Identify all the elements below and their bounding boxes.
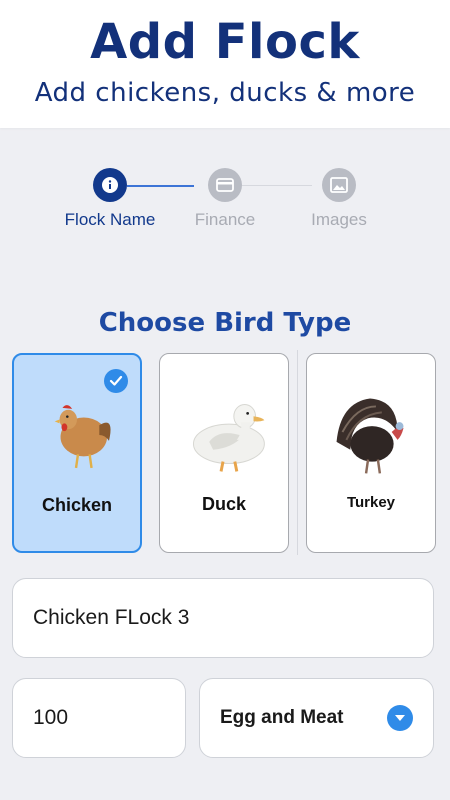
flock-purpose-dropdown[interactable]: Egg and Meat: [199, 678, 434, 758]
step-label: Images: [311, 210, 367, 229]
info-icon: [93, 168, 127, 202]
card-divider: [297, 350, 298, 555]
turkey-image: [334, 396, 426, 482]
bird-count-input[interactable]: 100: [12, 678, 186, 758]
chevron-down-icon[interactable]: [387, 705, 413, 731]
duck-image: [192, 403, 265, 472]
page-subtitle: Add chickens, ducks & more: [34, 78, 416, 108]
add-flock-screen: Add Flock Add chickens, ducks & more Flo…: [0, 0, 450, 800]
progress-stepper: Flock Name Finance Images: [0, 168, 450, 238]
card-icon: [208, 168, 242, 202]
step-label: Finance: [194, 210, 256, 229]
step-flock-name[interactable]: Flock Name: [50, 168, 170, 230]
bird-option-duck[interactable]: Duck: [159, 353, 289, 553]
chicken-image: [54, 405, 111, 469]
bird-option-label: Chicken: [41, 495, 113, 515]
bird-option-turkey[interactable]: Turkey: [306, 353, 436, 553]
flock-name-value: Chicken FLock 3: [33, 606, 190, 629]
step-images[interactable]: Images: [279, 168, 399, 230]
choose-bird-type-heading: Choose Bird Type: [98, 308, 352, 338]
step-finance[interactable]: Finance: [165, 168, 285, 230]
page-title: Add Flock: [90, 14, 360, 70]
image-icon: [322, 168, 356, 202]
flock-name-input[interactable]: Chicken FLock 3: [12, 578, 434, 658]
flock-purpose-value: Egg and Meat: [220, 707, 344, 728]
bird-option-label: Turkey: [346, 494, 396, 511]
bird-option-label: Duck: [201, 494, 246, 514]
bird-option-chicken[interactable]: Chicken: [12, 353, 142, 553]
step-label: Flock Name: [64, 210, 156, 229]
bird-count-value: 100: [33, 706, 69, 729]
header: Add Flock Add chickens, ducks & more: [0, 0, 450, 128]
